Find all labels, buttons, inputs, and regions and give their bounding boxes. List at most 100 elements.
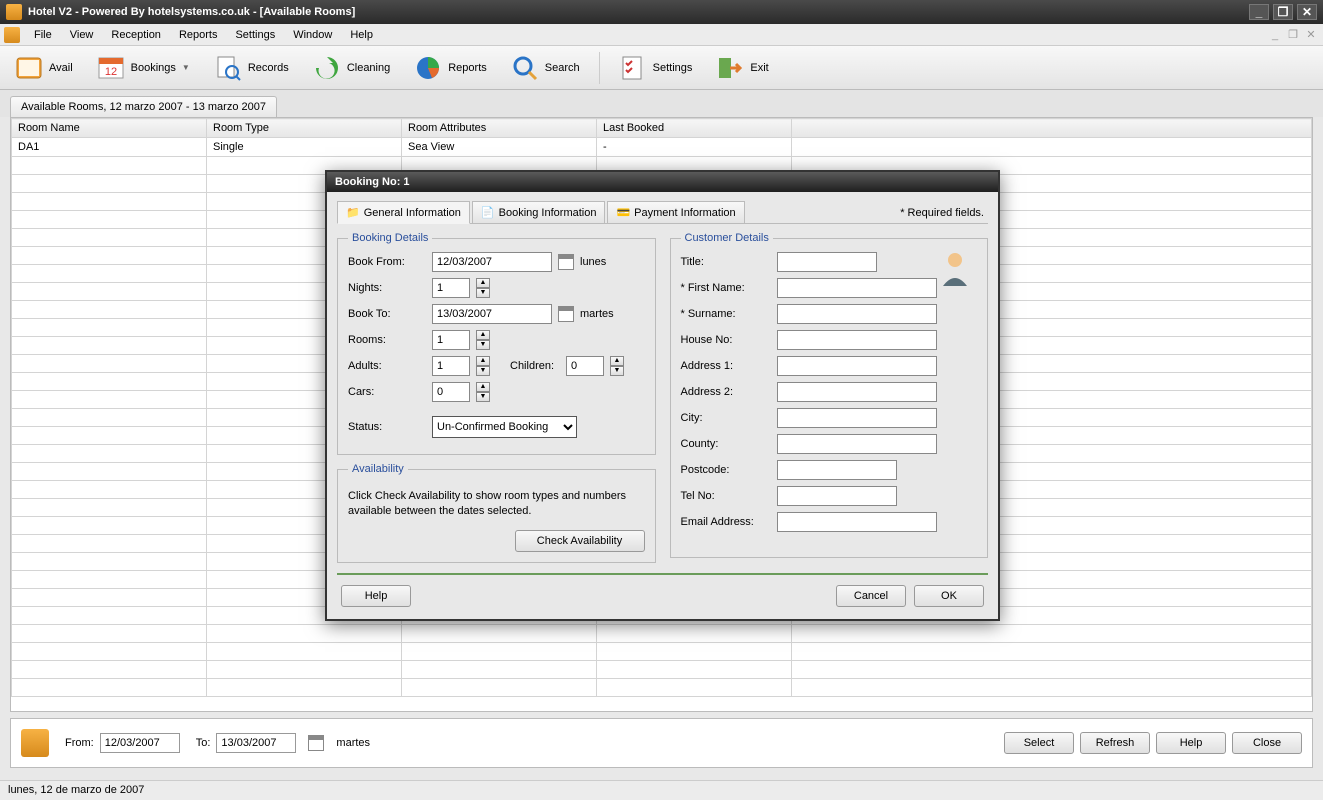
book-from-label: Book From: [348,256,426,268]
children-input[interactable] [566,356,604,376]
bookings-button[interactable]: 12 Bookings ▼ [88,50,199,86]
nights-input[interactable] [432,278,470,298]
surname-input[interactable] [777,304,937,324]
calendar-icon[interactable] [558,306,574,322]
nights-spinner[interactable]: ▲▼ [476,278,490,298]
bottom-bar: From: To: martes Select Refresh Help Clo… [10,718,1313,768]
cleaning-label: Cleaning [347,62,390,74]
houseno-input[interactable] [777,330,937,350]
adults-spinner[interactable]: ▲▼ [476,356,490,376]
address1-input[interactable] [777,356,937,376]
person-icon [941,250,969,286]
title-input[interactable] [777,252,877,272]
pie-chart-icon [414,54,442,82]
county-input[interactable] [777,434,937,454]
calendar-icon[interactable] [558,254,574,270]
firstname-input[interactable] [777,278,937,298]
book-from-input[interactable] [432,252,552,272]
mdi-controls: _ ❐ ✕ [1267,28,1319,42]
exit-button[interactable]: Exit [707,50,777,86]
firstname-label: * First Name: [681,282,771,294]
refresh-button[interactable]: Refresh [1080,732,1150,754]
rooms-label: Rooms: [348,334,426,346]
bookings-label: Bookings [131,62,176,74]
book-from-day: lunes [580,256,606,268]
cleaning-button[interactable]: Cleaning [304,50,399,86]
menu-settings[interactable]: Settings [227,27,283,43]
settings-button[interactable]: Settings [610,50,702,86]
book-to-input[interactable] [432,304,552,324]
statusbar: lunes, 12 de marzo de 2007 [0,780,1323,800]
email-label: Email Address: [681,516,771,528]
col-last-booked[interactable]: Last Booked [597,119,792,138]
menu-reception[interactable]: Reception [103,27,169,43]
search-button[interactable]: Search [502,50,589,86]
records-button[interactable]: Records [205,50,298,86]
city-input[interactable] [777,408,937,428]
postcode-label: Postcode: [681,464,771,476]
menubar: File View Reception Reports Settings Win… [0,24,1323,46]
toolbar-separator [599,52,600,84]
mdi-restore-icon[interactable]: ❐ [1285,28,1301,42]
window-title: Hotel V2 - Powered By hotelsystems.co.uk… [28,6,1249,18]
mdi-close-icon[interactable]: ✕ [1303,28,1319,42]
help-button[interactable]: Help [1156,732,1226,754]
dialog-help-button[interactable]: Help [341,585,411,607]
statusbar-text: lunes, 12 de marzo de 2007 [8,784,144,796]
svg-text:12: 12 [105,66,117,78]
availability-group: Availability Click Check Availability to… [337,463,656,563]
postcode-input[interactable] [777,460,897,480]
maximize-button[interactable]: ❐ [1273,4,1293,20]
from-label: From: [65,737,94,749]
col-room-attributes[interactable]: Room Attributes [402,119,597,138]
to-date-input[interactable] [216,733,296,753]
dialog-ok-button[interactable]: OK [914,585,984,607]
dialog-title: Booking No: 1 [327,172,998,192]
surname-label: * Surname: [681,308,771,320]
from-date-input[interactable] [100,733,180,753]
mdi-minimize-icon[interactable]: _ [1267,28,1283,42]
menu-view[interactable]: View [62,27,102,43]
col-room-name[interactable]: Room Name [12,119,207,138]
menu-help[interactable]: Help [342,27,381,43]
book-to-label: Book To: [348,308,426,320]
table-row[interactable]: DA1 Single Sea View - [12,138,1312,157]
status-select[interactable]: Un-Confirmed Booking [432,416,577,438]
dialog-cancel-button[interactable]: Cancel [836,585,906,607]
tab-general-info[interactable]: 📁 General Information [337,201,470,224]
tab-payment-info[interactable]: 💳 Payment Information [607,201,744,223]
rooms-input[interactable] [432,330,470,350]
adults-input[interactable] [432,356,470,376]
tab-booking-info[interactable]: 📄 Booking Information [472,201,606,223]
availability-legend: Availability [348,463,408,475]
select-button[interactable]: Select [1004,732,1074,754]
houseno-label: House No: [681,334,771,346]
avail-button[interactable]: Avail [6,50,82,86]
check-availability-button[interactable]: Check Availability [515,530,645,552]
tab-available-rooms[interactable]: Available Rooms, 12 marzo 2007 - 13 marz… [10,96,277,117]
close-button[interactable]: ✕ [1297,4,1317,20]
reports-button[interactable]: Reports [405,50,496,86]
email-input[interactable] [777,512,937,532]
reports-label: Reports [448,62,487,74]
close-button[interactable]: Close [1232,732,1302,754]
cars-spinner[interactable]: ▲▼ [476,382,490,402]
menu-window[interactable]: Window [285,27,340,43]
availability-text: Click Check Availability to show room ty… [348,489,645,520]
cell-last-booked: - [597,138,792,157]
book-icon [21,729,49,757]
rooms-spinner[interactable]: ▲▼ [476,330,490,350]
col-room-type[interactable]: Room Type [207,119,402,138]
menu-file[interactable]: File [26,27,60,43]
children-spinner[interactable]: ▲▼ [610,356,624,376]
address2-input[interactable] [777,382,937,402]
nights-label: Nights: [348,282,426,294]
cars-input[interactable] [432,382,470,402]
children-label: Children: [510,360,560,372]
app-icon-small [4,27,20,43]
records-label: Records [248,62,289,74]
calendar-picker-icon[interactable] [308,735,324,751]
menu-reports[interactable]: Reports [171,27,226,43]
tel-input[interactable] [777,486,897,506]
minimize-button[interactable]: _ [1249,4,1269,20]
